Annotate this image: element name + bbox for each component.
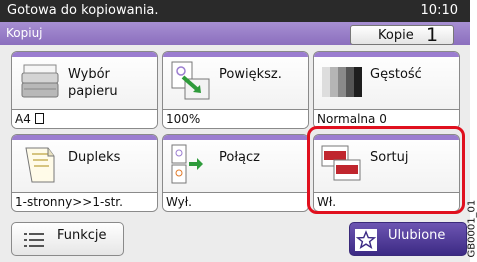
status-bar: Gotowa do kopiowania. 10:10 bbox=[0, 0, 470, 22]
collate-highlight-frame bbox=[307, 126, 465, 214]
tile-label: Wybór papieru bbox=[68, 67, 118, 99]
star-icon bbox=[355, 230, 377, 249]
tile-top-band bbox=[12, 135, 157, 140]
star-icon-box bbox=[355, 229, 377, 251]
density-icon bbox=[322, 67, 362, 97]
tile-top-band bbox=[314, 52, 459, 57]
zoom-button[interactable]: Powiększ. 100% bbox=[162, 51, 309, 129]
clock: 10:10 bbox=[420, 3, 458, 18]
tile-top-band bbox=[12, 52, 157, 57]
duplex-icon bbox=[25, 147, 55, 183]
copies-field[interactable]: Kopie 1 bbox=[350, 24, 454, 46]
duplex-button[interactable]: Dupleks 1-stronny>>1-str. bbox=[11, 134, 158, 212]
tile-value: Wył. bbox=[163, 192, 308, 211]
copies-label: Kopie bbox=[378, 28, 414, 43]
tile-label: Powiększ. bbox=[219, 67, 282, 82]
paper-tray-icon bbox=[21, 64, 59, 98]
tile-value: 1-stronny>>1-str. bbox=[12, 192, 157, 211]
tile-top-band bbox=[163, 52, 308, 57]
functions-label: Funkcje bbox=[57, 228, 107, 243]
tile-top-band bbox=[163, 135, 308, 140]
figure-code: GB0001_01 bbox=[467, 197, 477, 259]
copies-value: 1 bbox=[426, 24, 439, 46]
combine-button[interactable]: Połącz Wył. bbox=[162, 134, 309, 212]
tile-label: Gęstość bbox=[370, 67, 422, 82]
paper-selection-button[interactable]: Wybór papieru A4 bbox=[11, 51, 158, 129]
tile-label: Połącz bbox=[219, 150, 260, 165]
functions-button[interactable]: Funkcje bbox=[11, 222, 124, 256]
figure-code-text: GB0001_01 bbox=[466, 199, 477, 258]
tile-label: Dupleks bbox=[68, 150, 121, 165]
favorites-label: Ulubione bbox=[388, 228, 446, 243]
tile-value: A4 bbox=[12, 109, 157, 128]
status-message: Gotowa do kopiowania. bbox=[7, 3, 159, 18]
paper-size-value: A4 bbox=[15, 112, 31, 126]
list-icon bbox=[24, 233, 44, 247]
density-button[interactable]: Gęstość Normalna 0 bbox=[313, 51, 460, 129]
copy-screen: Gotowa do kopiowania. 10:10 Kopiuj Kopie… bbox=[0, 0, 470, 262]
portrait-page-icon bbox=[34, 113, 44, 124]
tile-value: 100% bbox=[163, 109, 308, 128]
page-title: Kopiuj bbox=[6, 26, 43, 40]
combine-icon bbox=[171, 144, 203, 184]
zoom-icon bbox=[171, 61, 210, 100]
favorites-button[interactable]: Ulubione bbox=[349, 222, 467, 256]
